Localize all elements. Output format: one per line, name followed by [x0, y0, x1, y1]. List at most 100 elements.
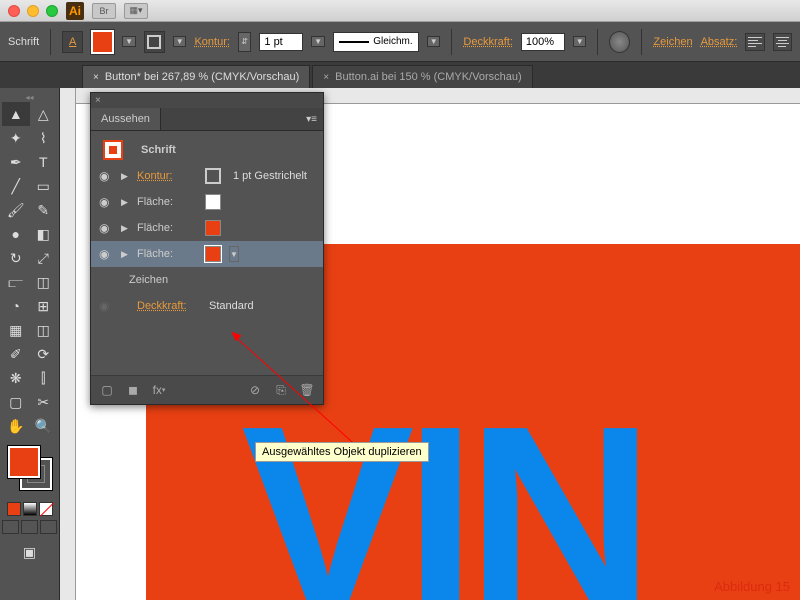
fill-swatch[interactable]	[91, 30, 114, 54]
stroke-profile[interactable]: Gleichm.	[333, 32, 419, 52]
stroke-weight-field[interactable]	[259, 33, 303, 51]
expand-icon[interactable]: ▶	[121, 249, 129, 260]
draw-behind[interactable]	[21, 520, 38, 534]
new-stroke-icon[interactable]: ▢	[99, 382, 115, 398]
stroke-profile-menu[interactable]: ▼	[427, 36, 440, 47]
paintbrush-tool[interactable]: 🖌	[2, 198, 30, 222]
pen-tool[interactable]: ✒	[2, 150, 30, 174]
type-tool[interactable]: T	[30, 150, 58, 174]
appearance-row-stroke[interactable]: ◉ ▶ Kontur: 1 pt Gestrichelt	[91, 163, 323, 189]
zoom-window[interactable]	[46, 5, 58, 17]
color-mode-gradient[interactable]	[23, 502, 37, 516]
draw-normal[interactable]	[2, 520, 19, 534]
slice-tool[interactable]: ✂	[30, 390, 58, 414]
add-effect-icon[interactable]: fx▾	[151, 382, 167, 398]
row-label[interactable]: Deckkraft:	[137, 300, 197, 312]
appearance-row-fill-1[interactable]: ◉ ▶ Fläche:	[91, 189, 323, 215]
gradient-tool[interactable]: ◫	[30, 318, 58, 342]
mesh-tool[interactable]: ▦	[2, 318, 30, 342]
stroke-weight-down[interactable]: ⇵	[238, 32, 251, 52]
appearance-row-opacity[interactable]: ◉ Deckkraft: Standard	[91, 293, 323, 319]
expand-icon[interactable]: ▶	[121, 171, 129, 182]
fill-dropdown[interactable]: ▼	[122, 36, 135, 47]
recolor-icon[interactable]	[609, 31, 630, 53]
width-tool[interactable]: ⫍	[2, 270, 30, 294]
character-color-icon[interactable]: A	[62, 31, 83, 53]
appearance-tab[interactable]: Aussehen	[91, 108, 161, 130]
document-tab-2[interactable]: × Button.ai bei 150 % (CMYK/Vorschau)	[312, 65, 532, 88]
new-fill-icon[interactable]: ◼	[125, 382, 141, 398]
align-left-button[interactable]	[745, 33, 764, 51]
ruler-vertical[interactable]	[60, 88, 76, 600]
graph-tool[interactable]: ⫿	[30, 366, 58, 390]
draw-inside[interactable]	[40, 520, 57, 534]
row-swatch[interactable]	[205, 168, 221, 184]
expand-icon[interactable]: ▶	[121, 197, 129, 208]
character-panel-link[interactable]: Zeichen	[653, 36, 692, 48]
perspective-tool[interactable]: ⊞	[30, 294, 58, 318]
eraser-tool[interactable]: ◧	[30, 222, 58, 246]
visibility-icon[interactable]: ◉	[99, 221, 113, 235]
appearance-row-fill-2[interactable]: ◉ ▶ Fläche:	[91, 215, 323, 241]
eyedropper-tool[interactable]: ✐	[2, 342, 30, 366]
arrange-documents-button[interactable]: ▦▾	[124, 3, 148, 19]
visibility-icon[interactable]: ◉	[99, 299, 113, 313]
row-label: Zeichen	[129, 274, 168, 286]
clear-appearance-icon[interactable]: ⊘	[247, 382, 263, 398]
free-transform-tool[interactable]: ◫	[30, 270, 58, 294]
selection-tool[interactable]: ▲	[2, 102, 30, 126]
stroke-dropdown[interactable]: ▼	[173, 36, 186, 47]
expand-icon[interactable]: ▶	[121, 223, 129, 234]
tab-close-icon[interactable]: ×	[93, 72, 99, 83]
pencil-tool[interactable]: ✎	[30, 198, 58, 222]
stroke-weight-menu[interactable]: ▼	[311, 36, 324, 47]
color-mode-solid[interactable]	[7, 502, 21, 516]
rectangle-tool[interactable]: ▭	[30, 174, 58, 198]
row-swatch[interactable]	[205, 246, 221, 262]
line-tool[interactable]: ╱	[2, 174, 30, 198]
zoom-tool[interactable]: 🔍	[30, 414, 58, 438]
stroke-panel-link[interactable]: Kontur:	[194, 36, 229, 48]
panel-close-icon[interactable]: ×	[91, 93, 323, 108]
tab-close-icon[interactable]: ×	[323, 72, 329, 83]
screen-mode-button[interactable]: ▣	[16, 540, 44, 564]
symbol-sprayer-tool[interactable]: ❋	[2, 366, 30, 390]
visibility-icon[interactable]: ◉	[99, 247, 113, 261]
opacity-field[interactable]	[521, 33, 565, 51]
type-label: Schrift	[141, 144, 176, 156]
fill-stroke-control[interactable]	[8, 446, 52, 490]
document-tab-1[interactable]: × Button* bei 267,89 % (CMYK/Vorschau)	[82, 65, 310, 88]
toolbox-grip[interactable]: ◂◂	[2, 92, 57, 102]
fill-color-box[interactable]	[8, 446, 40, 478]
paragraph-panel-link[interactable]: Absatz:	[701, 36, 738, 48]
row-swatch[interactable]	[205, 194, 221, 210]
blob-brush-tool[interactable]: ●	[2, 222, 30, 246]
tooltip: Ausgewähltes Objekt duplizieren	[255, 442, 429, 462]
color-mode-none[interactable]	[39, 502, 53, 516]
rotate-tool[interactable]: ↻	[2, 246, 30, 270]
direct-selection-tool[interactable]: △	[30, 102, 58, 126]
hand-tool[interactable]: ✋	[2, 414, 30, 438]
panel-menu-icon[interactable]: ▾≡	[300, 110, 323, 129]
row-swatch[interactable]	[205, 220, 221, 236]
scale-tool[interactable]: ⤢	[30, 246, 58, 270]
row-label[interactable]: Kontur:	[137, 170, 197, 182]
align-center-button[interactable]	[773, 33, 792, 51]
artboard-tool[interactable]: ▢	[2, 390, 30, 414]
opacity-link[interactable]: Deckkraft:	[463, 36, 513, 48]
visibility-icon[interactable]: ◉	[99, 169, 113, 183]
minimize-window[interactable]	[27, 5, 39, 17]
panel-footer: ▢ ◼ fx▾ ⊘ ⎘ 🗑	[91, 375, 323, 404]
close-window[interactable]	[8, 5, 20, 17]
visibility-icon[interactable]: ◉	[99, 195, 113, 209]
swatch-dropdown-icon[interactable]: ▼	[229, 246, 239, 262]
stroke-swatch[interactable]	[144, 31, 165, 53]
shape-builder-tool[interactable]: ◔	[2, 294, 30, 318]
opacity-menu[interactable]: ▼	[573, 36, 586, 47]
appearance-row-characters[interactable]: Zeichen	[91, 267, 323, 293]
bridge-button[interactable]: Br	[92, 3, 116, 19]
blend-tool[interactable]: ⟳	[30, 342, 58, 366]
appearance-row-fill-3[interactable]: ◉ ▶ Fläche: ▼	[91, 241, 323, 267]
lasso-tool[interactable]: ⌇	[30, 126, 58, 150]
magic-wand-tool[interactable]: ✦	[2, 126, 30, 150]
